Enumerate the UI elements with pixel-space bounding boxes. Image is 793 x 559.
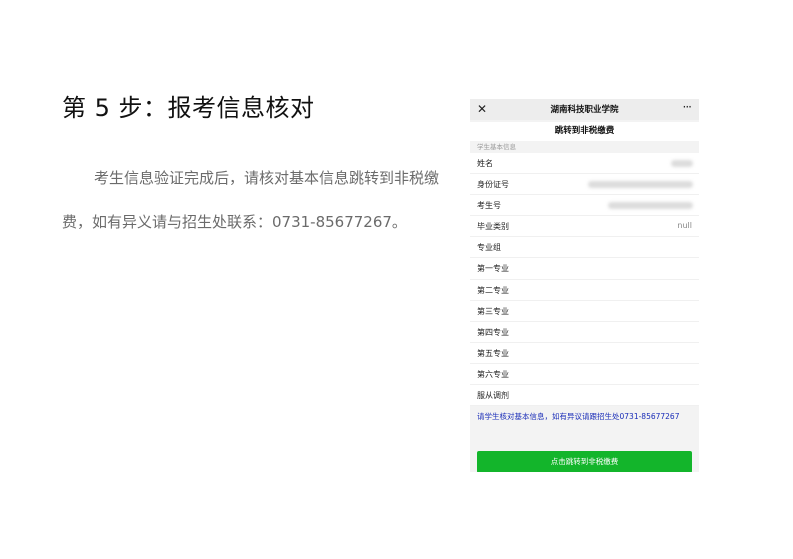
redacted-value — [608, 202, 693, 210]
info-row-major-3: 第三专业 — [470, 301, 699, 322]
row-label: 身份证号 — [477, 180, 509, 190]
page-heading: 跳转到非税缴费 — [470, 122, 699, 141]
row-label: 考生号 — [477, 201, 501, 211]
section-label: 学生基本信息 — [477, 143, 516, 151]
info-row-accept-adjustment: 服从调剂 — [470, 385, 699, 407]
info-row-name: 姓名 — [470, 153, 699, 175]
info-row-id-number: 身份证号 — [470, 174, 699, 196]
info-row-major-group: 专业组 — [470, 237, 699, 259]
phone-nav-title: 湖南科技职业学院 — [550, 105, 619, 115]
redacted-value — [588, 181, 693, 189]
row-label: 第一专业 — [477, 264, 509, 274]
info-row-major-5: 第五专业 — [470, 343, 699, 364]
info-row-graduation-type: 毕业类别 null — [470, 216, 699, 238]
row-label: 第五专业 — [477, 348, 509, 358]
row-label: 毕业类别 — [477, 222, 509, 232]
step-title: 第 5 步：报考信息核对 — [62, 94, 315, 122]
instruction-line-2: 费，如有异义请与招生处联系：0731-85677267。 — [62, 213, 407, 231]
info-row-major-4: 第四专业 — [470, 322, 699, 343]
phone-screenshot: ✕ 湖南科技职业学院 ··· 跳转到非税缴费 学生基本信息 姓名 身份证号 考生… — [470, 99, 699, 472]
row-label: 第二专业 — [477, 285, 509, 295]
row-label: 专业组 — [477, 243, 501, 253]
row-label: 第四专业 — [477, 327, 509, 337]
row-label: 第三专业 — [477, 306, 509, 316]
instruction-line-1: 考生信息验证完成后，请核对基本信息跳转到非税缴 — [94, 169, 440, 187]
info-row-major-2: 第二专业 — [470, 280, 699, 301]
info-row-exam-number: 考生号 — [470, 195, 699, 217]
go-to-payment-button[interactable]: 点击跳转到非税缴费 — [477, 451, 692, 472]
instruction-text: 考生信息验证完成后，请核对基本信息跳转到非税缴 费，如有异义请与招生处联系：07… — [62, 156, 462, 244]
redacted-value — [671, 160, 693, 167]
row-label: 服从调剂 — [477, 391, 509, 401]
info-row-major-6: 第六专业 — [470, 364, 699, 386]
info-list: 姓名 身份证号 考生号 毕业类别 null 专业组 第一专业 第二专业 第三专业… — [470, 153, 699, 407]
row-value: null — [677, 221, 692, 231]
phone-nav-bar: ✕ 湖南科技职业学院 ··· — [470, 99, 699, 120]
info-row-major-1: 第一专业 — [470, 258, 699, 280]
more-icon[interactable]: ··· — [683, 100, 693, 114]
notice-text: 请学生核对基本信息，如有异议请跟招生处0731-85677267 — [477, 412, 680, 421]
row-label: 第六专业 — [477, 369, 509, 379]
row-label: 姓名 — [477, 159, 493, 168]
